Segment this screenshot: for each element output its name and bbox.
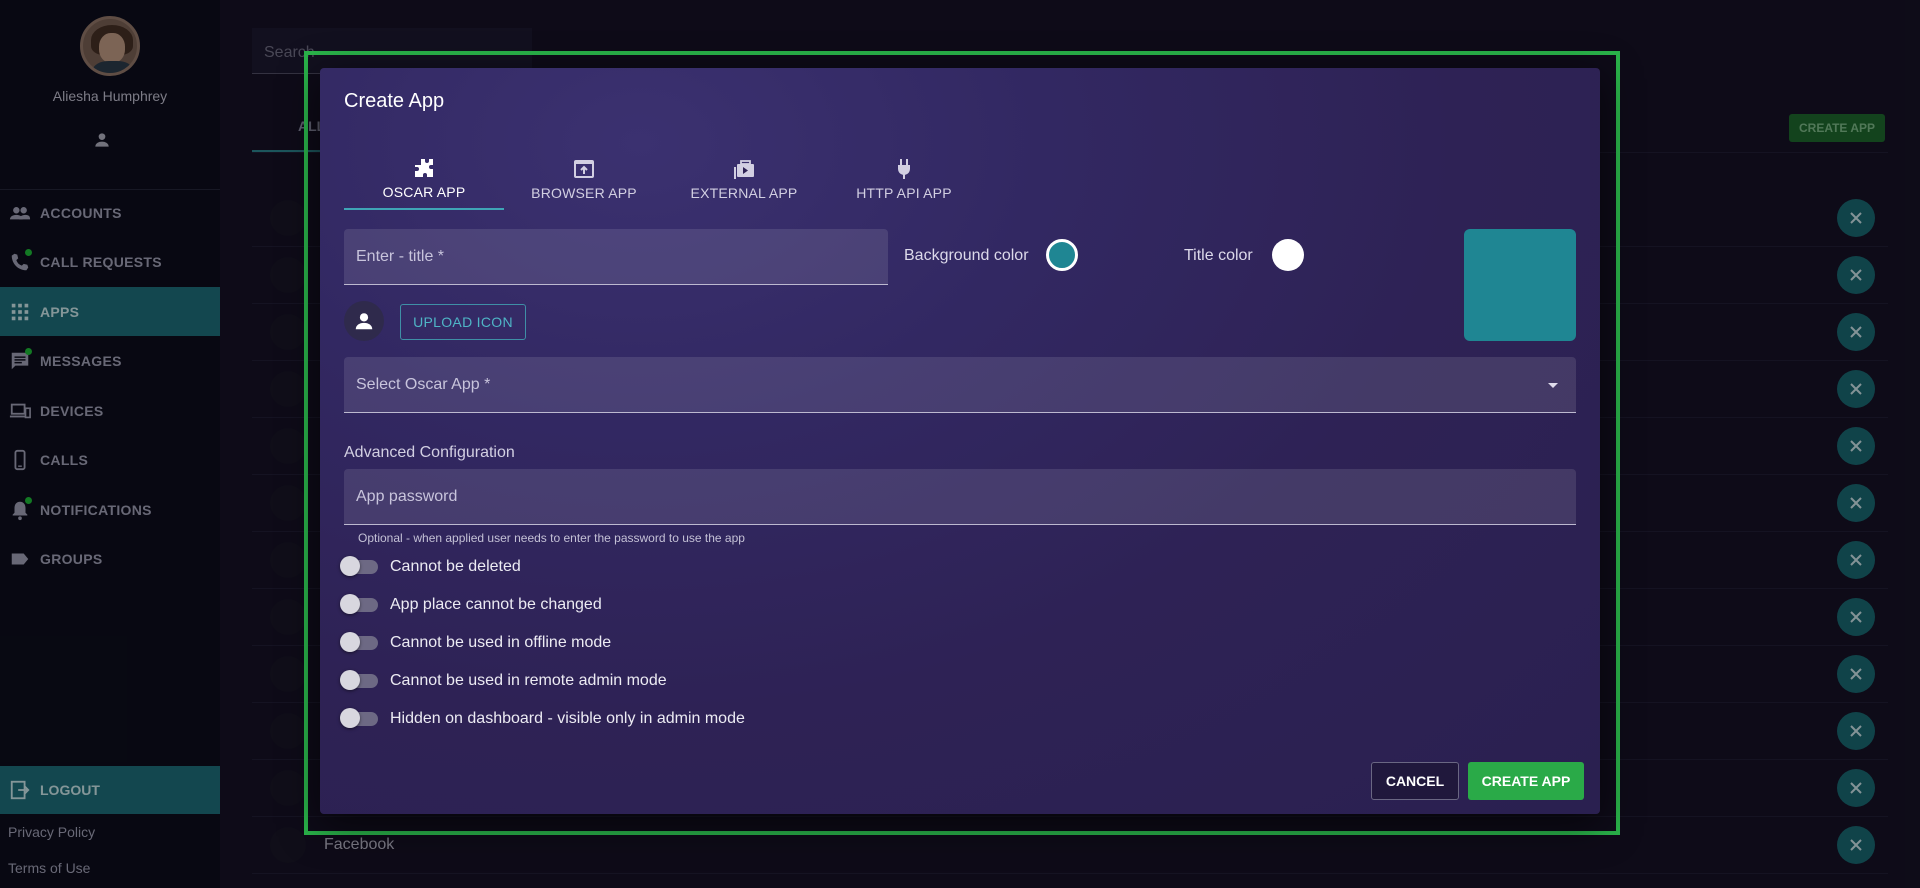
app-icon-placeholder [344,301,384,341]
toggle-label: Cannot be used in remote admin mode [390,672,667,689]
switch-thumb[interactable] [340,556,360,576]
create-app-button[interactable]: CREATE APP [1468,762,1584,800]
chevron-down-icon [1548,383,1558,388]
switch-track[interactable] [340,632,378,652]
password-helper-text: Optional - when applied user needs to en… [358,531,745,545]
app-type-tabs: OSCAR APP BROWSER APP EXTERNAL APP HTTP … [344,148,984,210]
tab-label: HTTP API APP [856,185,952,201]
select-placeholder: Select Oscar App * [356,375,491,393]
toggle-no-remote-admin[interactable]: Cannot be used in remote admin mode [340,669,667,693]
toggle-app-place-locked[interactable]: App place cannot be changed [340,593,602,617]
tab-oscar-app[interactable]: OSCAR APP [344,148,504,210]
puzzle-icon [415,159,433,177]
external-app-icon [734,160,754,179]
app-tile-preview [1464,229,1576,341]
tab-label: EXTERNAL APP [690,185,798,201]
browser-upload-icon [574,160,594,178]
toggle-label: Hidden on dashboard - visible only in ad… [390,710,745,727]
advanced-config-heading: Advanced Configuration [344,444,515,461]
upload-icon-button[interactable]: UPLOAD ICON [400,304,526,340]
title-input[interactable]: Enter - title * [344,229,888,285]
toggle-label: Cannot be used in offline mode [390,634,612,651]
switch-thumb[interactable] [340,670,360,690]
switch-thumb[interactable] [340,632,360,652]
toggle-no-offline-mode[interactable]: Cannot be used in offline mode [340,631,612,655]
tab-http-api-app[interactable]: HTTP API APP [824,148,984,210]
select-oscar-app-dropdown[interactable]: Select Oscar App * [344,357,1576,413]
toggle-label: App place cannot be changed [390,596,602,613]
switch-track[interactable] [340,708,378,728]
tab-label: BROWSER APP [531,185,637,201]
toggle-hidden-on-dashboard[interactable]: Hidden on dashboard - visible only in ad… [340,707,745,731]
switch-track[interactable] [340,556,378,576]
toggle-label: Cannot be deleted [390,558,521,575]
tab-label: OSCAR APP [382,184,466,200]
switch-thumb[interactable] [340,594,360,614]
person-icon [355,313,373,330]
background-color-swatch[interactable] [1046,239,1078,271]
toggle-cannot-be-deleted[interactable]: Cannot be deleted [340,555,521,579]
create-app-dialog: Create App OSCAR APP BROWSER APP EXTERNA… [320,68,1600,814]
title-color-swatch[interactable] [1272,239,1304,271]
background-color-label: Background color [904,247,1029,264]
tab-external-app[interactable]: EXTERNAL APP [664,148,824,210]
title-color-label: Title color [1184,247,1253,264]
dialog-title: Create App [344,90,445,112]
switch-track[interactable] [340,670,378,690]
plug-icon [898,159,910,179]
switch-track[interactable] [340,594,378,614]
switch-thumb[interactable] [340,708,360,728]
app-password-input[interactable]: App password [344,469,1576,525]
cancel-button[interactable]: CANCEL [1371,762,1459,800]
tab-browser-app[interactable]: BROWSER APP [504,148,664,210]
